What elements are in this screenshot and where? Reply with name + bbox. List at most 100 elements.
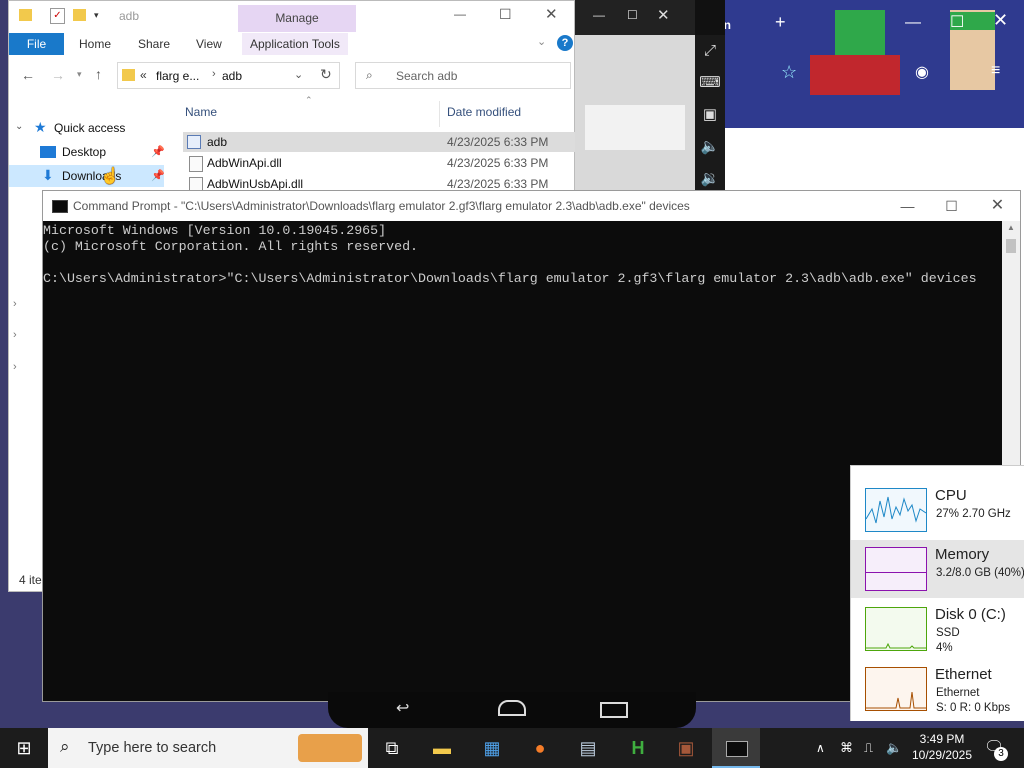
breadcrumb-overflow-icon[interactable]: « bbox=[140, 68, 147, 82]
pin-icon[interactable]: 📌 bbox=[151, 145, 165, 158]
firefox-icon[interactable]: ● bbox=[516, 728, 564, 768]
address-folder-icon bbox=[122, 69, 135, 81]
pin-icon[interactable]: 📌 bbox=[151, 169, 165, 182]
explorer-close-icon[interactable]: ✕ bbox=[545, 5, 558, 23]
taskbar-search-box[interactable]: ⌕ Type here to search bbox=[48, 728, 368, 768]
browser-maximize-icon[interactable]: ☐ bbox=[950, 12, 964, 32]
windows-start-icon[interactable]: ⊞ bbox=[0, 728, 48, 768]
file-name: AdbWinApi.dll bbox=[207, 156, 282, 170]
perf-detail: Ethernet bbox=[936, 687, 980, 699]
network-icon[interactable]: ⎍ bbox=[864, 728, 873, 768]
ribbon-expand-icon[interactable]: ⌄ bbox=[537, 35, 546, 48]
perf-detail: 27% 2.70 GHz bbox=[936, 508, 1011, 520]
emulator-nav-bar: ↩ bbox=[328, 692, 696, 728]
downloads-arrow-icon: ⬇ bbox=[42, 167, 54, 183]
nav-desktop[interactable]: Desktop bbox=[62, 141, 106, 163]
android-recents-icon[interactable] bbox=[600, 702, 628, 718]
perf-cpu[interactable]: CPU 27% 2.70 GHz bbox=[851, 481, 1024, 539]
dll-file-icon bbox=[189, 156, 203, 172]
new-tab-icon[interactable]: + bbox=[775, 12, 786, 33]
clock[interactable]: 3:49 PM 10/29/2025 bbox=[908, 731, 976, 763]
network-expand-icon[interactable]: › bbox=[13, 361, 17, 373]
explorer-minimize-icon[interactable]: — bbox=[454, 7, 466, 21]
forward-arrow-icon[interactable]: → bbox=[51, 67, 65, 83]
fullscreen-icon[interactable]: ⤢ bbox=[695, 35, 725, 67]
scroll-up-icon[interactable]: ▲ bbox=[1007, 223, 1015, 232]
file-explorer-taskbar-icon[interactable]: ▬ bbox=[418, 728, 466, 768]
tray-app-icon[interactable]: ⌘ bbox=[840, 728, 853, 768]
emulator-close-icon[interactable]: ✕ bbox=[657, 6, 670, 24]
this-pc-expand-icon[interactable]: › bbox=[13, 329, 17, 341]
help-icon[interactable]: ? bbox=[557, 35, 573, 51]
emulator-sidebar: ⤢ ⌨ ▣ 🔈 🔉 bbox=[695, 35, 725, 190]
volume-icon[interactable]: 🔈 bbox=[886, 728, 902, 768]
perf-name: Memory bbox=[935, 546, 990, 563]
breadcrumb-flarg[interactable]: flarg e... bbox=[156, 69, 199, 83]
android-home-icon[interactable] bbox=[498, 700, 526, 716]
tab-file[interactable]: File bbox=[9, 33, 64, 55]
image-app-icon[interactable]: ▣ bbox=[662, 728, 710, 768]
table-row[interactable]: adb 4/23/2025 6:33 PM bbox=[183, 132, 575, 152]
browser-minimize-icon[interactable]: — bbox=[905, 14, 921, 32]
perf-memory[interactable]: Memory 3.2/8.0 GB (40%) bbox=[851, 540, 1024, 598]
store-icon[interactable]: ▦ bbox=[468, 728, 516, 768]
onedrive-expand-icon[interactable]: › bbox=[13, 298, 17, 310]
perf-detail: SSD bbox=[936, 627, 960, 639]
tab-share[interactable]: Share bbox=[138, 33, 170, 55]
clock-date: 10/29/2025 bbox=[911, 748, 973, 762]
remote-desktop-icon[interactable]: ▤ bbox=[564, 728, 612, 768]
cmd-close-icon[interactable]: ✕ bbox=[975, 191, 1020, 221]
android-back-icon[interactable]: ↩ bbox=[396, 698, 409, 718]
perf-detail: 3.2/8.0 GB (40%) bbox=[936, 567, 1024, 579]
scrollbar-thumb[interactable] bbox=[1006, 239, 1016, 253]
up-arrow-icon[interactable]: ↑ bbox=[95, 66, 102, 82]
memory-graph bbox=[865, 547, 927, 591]
back-arrow-icon[interactable]: ← bbox=[21, 67, 35, 83]
sort-ascending-icon: ⌃ bbox=[305, 95, 313, 105]
nav-quick-access[interactable]: Quick access bbox=[54, 117, 125, 139]
keyboard-icon[interactable]: ⌨ bbox=[695, 67, 725, 99]
address-dropdown-icon[interactable]: ⌄ bbox=[294, 68, 303, 81]
apk-install-icon[interactable]: ▣ bbox=[695, 99, 725, 131]
tab-application-tools[interactable]: Application Tools bbox=[242, 33, 348, 55]
cmd-taskbar-button[interactable] bbox=[712, 728, 760, 768]
search-icon: ⌕ bbox=[60, 737, 70, 756]
perf-name: Ethernet bbox=[935, 666, 992, 683]
cmd-titlebar[interactable]: Command Prompt - "C:\Users\Administrator… bbox=[43, 191, 1020, 221]
tab-view[interactable]: View bbox=[196, 33, 222, 55]
quick-access-dropdown-icon[interactable]: ▾ bbox=[94, 10, 99, 21]
emulator-titlebar: — ☐ ✕ bbox=[575, 0, 695, 35]
address-bar[interactable]: « flarg e... › adb ⌄ bbox=[117, 62, 340, 89]
explorer-maximize-icon[interactable]: ☐ bbox=[499, 6, 512, 23]
properties-icon[interactable]: ✓ bbox=[50, 8, 65, 24]
column-name[interactable]: Name bbox=[185, 105, 217, 119]
perf-name: CPU bbox=[935, 487, 967, 504]
search-box[interactable]: ⌕ Search adb bbox=[355, 62, 571, 89]
cmd-minimize-icon[interactable]: — bbox=[885, 191, 930, 221]
browser-close-icon[interactable]: ✕ bbox=[993, 10, 1008, 31]
perf-ethernet[interactable]: Ethernet Ethernet S: 0 R: 0 Kbps bbox=[851, 660, 1024, 718]
tab-home[interactable]: Home bbox=[79, 33, 111, 55]
emulator-maximize-icon[interactable]: ☐ bbox=[627, 8, 638, 22]
column-date-modified[interactable]: Date modified bbox=[447, 105, 521, 119]
volume-up-icon[interactable]: 🔈 bbox=[695, 131, 725, 163]
tray-overflow-icon[interactable]: ∧ bbox=[816, 728, 825, 768]
recent-locations-icon[interactable]: ▾ bbox=[77, 69, 82, 80]
manage-context-tab[interactable]: Manage bbox=[238, 5, 356, 32]
new-folder-icon[interactable] bbox=[73, 9, 86, 21]
cmd-maximize-icon[interactable]: ☐ bbox=[929, 191, 974, 221]
perf-disk[interactable]: Disk 0 (C:) SSD 4% bbox=[851, 600, 1024, 658]
refresh-icon[interactable]: ↻ bbox=[320, 66, 332, 83]
hxd-editor-icon[interactable]: H bbox=[614, 728, 662, 768]
browser-menu-icon[interactable]: ≡ bbox=[991, 62, 1000, 80]
table-row[interactable]: AdbWinApi.dll 4/23/2025 6:33 PM bbox=[183, 153, 575, 173]
breadcrumb-adb[interactable]: adb bbox=[222, 69, 242, 83]
favorite-star-icon[interactable]: ☆ bbox=[781, 62, 797, 83]
search-placeholder: Search adb bbox=[396, 69, 458, 83]
profile-icon[interactable]: ◉ bbox=[915, 62, 929, 82]
kart-sprite bbox=[810, 55, 900, 95]
task-view-icon[interactable]: ⧉ bbox=[368, 728, 416, 768]
explorer-title: adb bbox=[119, 9, 140, 23]
quick-access-chevron-icon[interactable]: ⌄ bbox=[15, 121, 23, 132]
emulator-minimize-icon[interactable]: — bbox=[593, 8, 605, 22]
